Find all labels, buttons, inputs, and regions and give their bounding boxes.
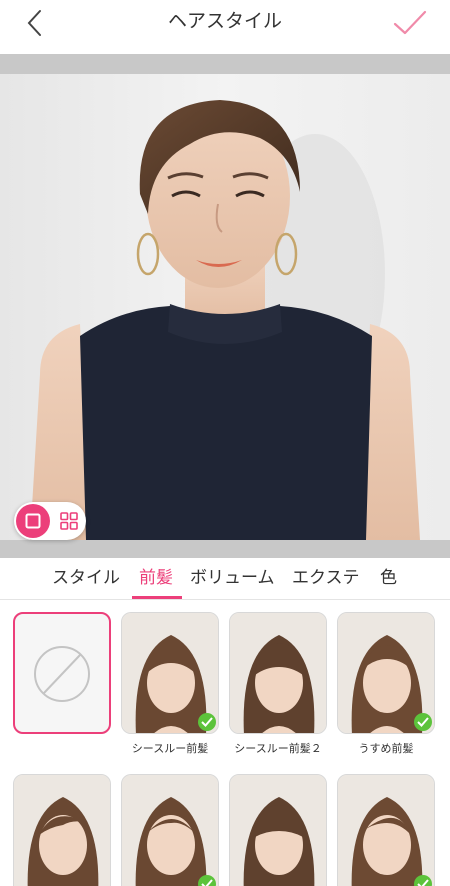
square-icon <box>25 513 41 529</box>
page-title: ヘアスタイル <box>167 10 282 32</box>
downloaded-check-icon <box>198 875 216 886</box>
check-icon <box>393 10 427 35</box>
grid-icon <box>60 512 78 530</box>
category-tabs: スタイル 前髪 ボリューム エクステ 色 <box>0 558 450 600</box>
tab-style[interactable]: スタイル <box>52 566 120 590</box>
downloaded-check-icon <box>414 713 432 731</box>
tab-bangs[interactable]: 前髪 <box>139 566 173 590</box>
bangs-grid: シースルー前髪 シースルー前髪２ うすめ前髪 <box>0 600 450 886</box>
bangs-thumbnail[interactable] <box>13 774 111 886</box>
photo-preview-area <box>0 54 450 558</box>
bangs-item[interactable]: うすめ前髪 <box>337 612 435 756</box>
view-mode-toggle <box>14 502 86 540</box>
bangs-item[interactable]: シースルー前髪 <box>121 612 219 756</box>
bangs-item-label: うすめ前髪 <box>358 742 414 755</box>
bangs-item[interactable] <box>13 774 111 886</box>
bangs-thumbnail[interactable] <box>337 774 435 886</box>
downloaded-check-icon <box>414 875 432 886</box>
bangs-thumbnail[interactable] <box>229 612 327 734</box>
bangs-item[interactable] <box>229 774 327 886</box>
confirm-button[interactable] <box>390 6 430 40</box>
bangs-item-label: シースルー前髪２ <box>234 742 322 755</box>
none-option[interactable] <box>13 612 111 734</box>
bangs-item[interactable] <box>337 774 435 886</box>
portrait-photo[interactable] <box>0 74 450 540</box>
downloaded-check-icon <box>198 713 216 731</box>
bangs-thumbnail[interactable] <box>229 774 327 886</box>
bangs-item-label: シースルー前髪 <box>131 742 209 755</box>
tab-color[interactable]: 色 <box>380 566 397 590</box>
bangs-item-none[interactable] <box>13 612 111 734</box>
tab-extensions[interactable]: エクステ <box>292 566 360 590</box>
bangs-item[interactable]: シースルー前髪２ <box>229 612 327 756</box>
none-icon <box>34 646 90 702</box>
grid-view-button[interactable] <box>52 504 86 538</box>
bangs-thumbnail[interactable] <box>121 612 219 734</box>
bangs-thumbnail[interactable] <box>121 774 219 886</box>
top-bar: ヘアスタイル <box>0 0 450 48</box>
single-view-button[interactable] <box>16 504 50 538</box>
active-tab-indicator <box>132 596 182 599</box>
bangs-thumbnail[interactable] <box>337 612 435 734</box>
bangs-item[interactable] <box>121 774 219 886</box>
tab-volume[interactable]: ボリューム <box>190 566 275 590</box>
